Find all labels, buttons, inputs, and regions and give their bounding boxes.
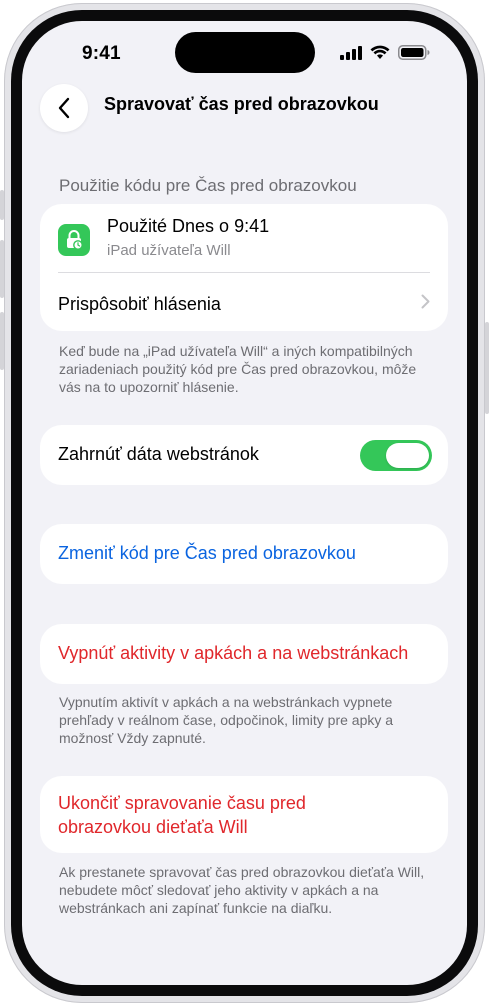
usage-title: Použité Dnes o 9:41 — [107, 216, 270, 236]
turn-off-activities-button[interactable]: Vypnúť aktivity v apkách a na webstránka… — [58, 643, 408, 664]
stop-managing-line1: Ukončiť spravovanie času pred — [58, 793, 306, 813]
back-chevron-icon — [58, 97, 70, 119]
battery-icon — [398, 45, 430, 60]
side-button-left-2 — [0, 240, 4, 298]
stop-managing-card: Ukončiť spravovanie času pred obrazovkou… — [40, 776, 448, 853]
screen: 9:41 Spravovať čas pred obrazovkou Použi… — [22, 21, 467, 985]
lock-clock-icon — [58, 224, 90, 256]
wifi-icon — [370, 45, 390, 59]
turn-off-activities-card: Vypnúť aktivity v apkách a na webstránka… — [40, 624, 448, 684]
website-data-label: Zahrnúť dáta webstránok — [58, 444, 259, 464]
dynamic-island — [175, 32, 315, 73]
status-time: 9:41 — [82, 43, 121, 64]
website-data-card: Zahrnúť dáta webstránok — [40, 425, 448, 485]
change-code-card: Zmeniť kód pre Čas pred obrazovkou — [40, 524, 448, 584]
section-header: Použitie kódu pre Čas pred obrazovkou — [59, 176, 357, 195]
usage-card: Použité Dnes o 9:41 iPad užívateľa Will … — [40, 204, 448, 331]
side-button-right — [485, 322, 489, 414]
side-button-left-3 — [0, 312, 4, 370]
chevron-right-icon — [421, 294, 430, 309]
side-button-left-1 — [0, 190, 4, 220]
cellular-signal-icon — [340, 46, 362, 60]
back-button[interactable] — [40, 84, 88, 132]
usage-device: iPad užívateľa Will — [107, 242, 231, 259]
divider — [58, 272, 430, 273]
stop-managing-line2: obrazovkou dieťaťa Will — [58, 817, 248, 837]
toggle-knob — [386, 443, 429, 468]
navigation-bar: Spravovať čas pred obrazovkou — [22, 81, 467, 132]
page-title: Spravovať čas pred obrazovkou — [104, 94, 379, 114]
stop-managing-button[interactable]: Ukončiť spravovanie času pred obrazovkou… — [58, 791, 306, 839]
change-code-button[interactable]: Zmeniť kód pre Čas pred obrazovkou — [58, 543, 356, 564]
status-icons — [340, 45, 440, 61]
usage-footnote: Keď bude na „iPad užívateľa Will“ a inýc… — [59, 343, 417, 395]
turn-off-footnote: Vypnutím aktivít v apkách a na webstránk… — [59, 694, 394, 746]
status-bar: 9:41 — [22, 21, 467, 81]
customize-alerts-row[interactable]: Prispôsobiť hlásenia — [58, 294, 221, 315]
website-data-toggle[interactable] — [360, 440, 432, 471]
stop-managing-footnote: Ak prestanete spravovať čas pred obrazov… — [59, 864, 425, 916]
